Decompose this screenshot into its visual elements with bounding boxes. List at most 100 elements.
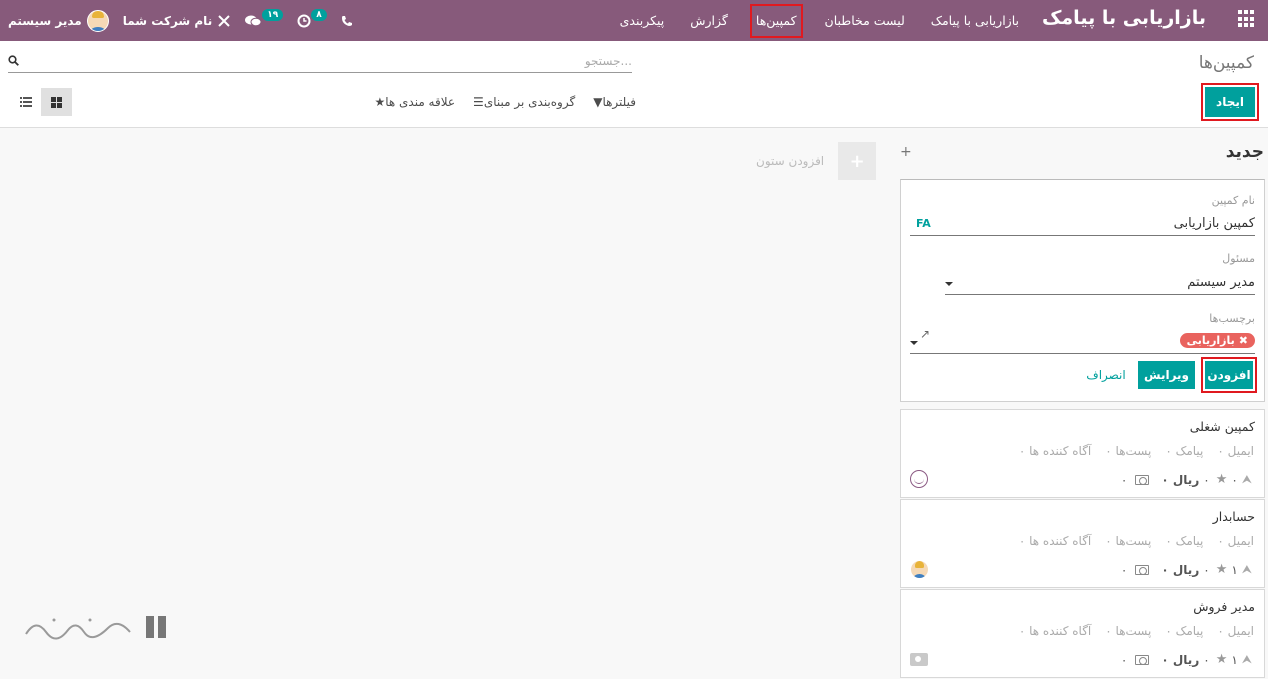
search-placeholder: جستجو... <box>584 54 632 68</box>
activities-badge: ۸ <box>311 8 327 21</box>
chevron-down-icon <box>910 341 918 345</box>
campaign-name-value: کمپین بازاریابی <box>1173 216 1255 231</box>
card-avatar <box>910 650 928 666</box>
favorites-count: ۰ <box>1203 652 1210 667</box>
menu-reporting[interactable]: گزارش <box>686 4 732 38</box>
responsible-select[interactable]: مدیر سیستم <box>945 271 1255 295</box>
tag-label: بازاریابی <box>1186 334 1235 347</box>
tags-label: برچسب‌ها <box>1209 312 1255 325</box>
company-name: نام شرکت شما <box>122 13 213 28</box>
filters-label: فیلترها <box>602 95 636 109</box>
revenue-currency: ۰ ریال <box>1161 653 1199 667</box>
quick-create-buttons: افزودن ویرایش انصراف <box>1080 357 1257 393</box>
card-stats: ۰ ایمیل ۰ پیامک ۰ پست‌ها ۰ آگاه کننده ها <box>1019 624 1254 638</box>
camera-icon <box>910 653 928 666</box>
kanban-card[interactable]: مدیر فروش ۰ ایمیل ۰ پیامک ۰ پست‌ها ۰ آگا… <box>900 589 1265 678</box>
add-column-plus-icon: + <box>838 142 877 180</box>
star-icon[interactable]: ★ <box>1216 652 1228 667</box>
smile-icon <box>910 470 928 488</box>
edit-button[interactable]: ویرایش <box>1138 361 1195 389</box>
user-name: مدیر سیستم <box>8 13 82 28</box>
cursor-icon: ⮝ <box>1241 562 1252 576</box>
card-footer: ⮝ ۱ ★ ۰ ۰ ریال ۰ <box>1121 652 1252 667</box>
money-count: ۰ <box>1120 472 1128 487</box>
revenue-currency: ۰ ریال <box>1161 473 1199 487</box>
view-switcher <box>10 88 72 116</box>
campaign-name-label: نام کمپین <box>1211 194 1255 207</box>
column-title: جدید <box>1225 142 1264 162</box>
messages-button[interactable]: ۱۹ <box>244 8 284 28</box>
add-column-label: افزودن ستون <box>756 154 825 168</box>
apps-menu-icon[interactable] <box>1238 10 1256 28</box>
search-icon <box>8 55 19 66</box>
tools-icon <box>218 14 230 27</box>
watermark-script-icon <box>25 618 131 640</box>
stat-sms: ۰ پیامک <box>1165 534 1204 548</box>
user-avatar <box>910 560 929 579</box>
clicks-count: ۱ <box>1231 562 1238 577</box>
kanban-card[interactable]: حسابدار ۰ ایمیل ۰ پیامک ۰ پست‌ها ۰ آگاه … <box>900 499 1265 588</box>
revenue-value: ۰ <box>1161 562 1169 577</box>
revenue-currency: ۰ ریال <box>1161 563 1199 577</box>
create-button-highlight: ایجاد <box>1201 83 1259 121</box>
cancel-button[interactable]: انصراف <box>1080 361 1132 389</box>
clicks-count: ۱ <box>1231 652 1238 667</box>
quick-create-form: نام کمپین کمپین بازاریابی FA مسئول مدیر … <box>900 179 1265 402</box>
clicks-count: ۰ <box>1231 472 1238 487</box>
card-avatar <box>910 560 929 579</box>
kanban-view-button[interactable] <box>41 88 72 116</box>
main-menu: بازاریابی با پیامک لیست مخاطبان کمپین‌ها… <box>616 0 1023 41</box>
stat-email: ۰ ایمیل <box>1217 444 1254 458</box>
stat-posts: ۰ پست‌ها <box>1105 534 1152 548</box>
stat-email: ۰ ایمیل <box>1217 624 1254 638</box>
search-options: ▼فیلترها ☰گروه‌بندی بر مبنای ★علاقه مندی… <box>346 95 636 109</box>
company-switcher[interactable]: نام شرکت شما <box>123 14 230 28</box>
currency-label: ریال <box>1172 472 1200 487</box>
responsible-value: مدیر سیستم <box>1187 275 1255 290</box>
favorites-count: ۰ <box>1203 472 1210 487</box>
revenue-value: ۰ <box>1161 652 1169 667</box>
tag-remove-icon[interactable]: ✖ <box>1239 334 1248 347</box>
watermark-mark-icon <box>144 610 172 644</box>
card-avatar <box>910 470 928 488</box>
add-column[interactable]: افزودن ستون + <box>756 142 877 180</box>
list-view-button[interactable] <box>10 88 41 116</box>
star-icon[interactable]: ★ <box>1216 562 1228 577</box>
card-footer: ⮝ ۱ ★ ۰ ۰ ریال ۰ <box>1121 562 1252 577</box>
kanban-card[interactable]: کمپین شغلی ۰ ایمیل ۰ پیامک ۰ پست‌ها ۰ آگ… <box>900 409 1265 498</box>
menu-campaigns[interactable]: کمپین‌ها <box>749 3 803 38</box>
card-title: کمپین شغلی <box>1189 419 1255 434</box>
column-quick-create-icon[interactable]: + <box>900 144 912 160</box>
card-stats: ۰ ایمیل ۰ پیامک ۰ پست‌ها ۰ آگاه کننده ها <box>1019 534 1254 548</box>
translate-badge[interactable]: FA <box>916 217 931 230</box>
menu-configuration[interactable]: پیکربندی <box>616 4 669 38</box>
star-icon[interactable]: ★ <box>1216 472 1228 487</box>
stat-notifications: ۰ آگاه کننده ها <box>1018 534 1092 548</box>
menu-sms-marketing[interactable]: بازاریابی با پیامک <box>927 4 1023 38</box>
user-menu[interactable]: مدیر سیستم <box>8 9 109 32</box>
create-button[interactable]: ایجاد <box>1205 87 1255 117</box>
groupby-button[interactable]: ☰گروه‌بندی بر مبنای <box>473 95 575 109</box>
stat-sms: ۰ پیامک <box>1165 444 1204 458</box>
app-brand[interactable]: بازاریابی با پیامک <box>1042 7 1206 29</box>
bars-icon: ☰ <box>473 95 484 109</box>
phone-button[interactable] <box>341 15 353 27</box>
currency-label: ریال <box>1172 652 1200 667</box>
activities-button[interactable]: ۸ <box>297 8 327 28</box>
stat-posts: ۰ پست‌ها <box>1105 624 1152 638</box>
add-button[interactable]: افزودن <box>1205 361 1253 389</box>
kanban-icon <box>51 96 62 108</box>
favorites-label: علاقه مندی ها <box>385 95 456 109</box>
filters-button[interactable]: ▼فیلترها <box>593 95 636 109</box>
systray: مدیر سیستم نام شرکت شما ۱۹ ۸ <box>8 0 353 41</box>
top-navbar: بازاریابی با پیامک بازاریابی با پیامک لی… <box>0 0 1268 41</box>
currency-label: ریال <box>1172 562 1200 577</box>
star-icon: ★ <box>374 95 386 109</box>
cursor-icon: ⮝ <box>1241 652 1252 666</box>
campaign-name-input[interactable]: کمپین بازاریابی FA <box>910 212 1255 236</box>
user-avatar <box>86 9 109 32</box>
favorites-button[interactable]: ★علاقه مندی ها <box>374 95 455 109</box>
menu-mailing-lists[interactable]: لیست مخاطبان <box>821 4 909 38</box>
search-bar[interactable]: جستجو... <box>8 53 632 73</box>
favorites-count: ۰ <box>1203 562 1210 577</box>
